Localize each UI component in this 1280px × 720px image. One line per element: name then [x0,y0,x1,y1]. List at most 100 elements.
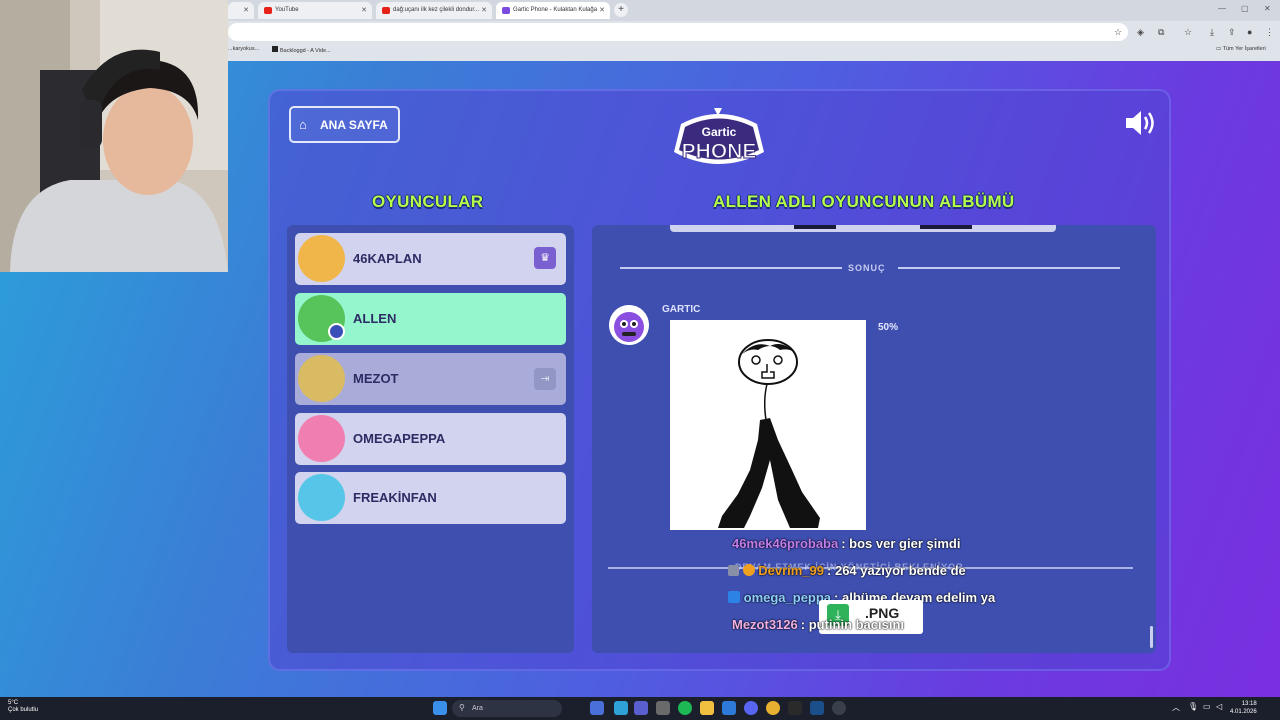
chrome-icon[interactable] [766,701,780,715]
players-heading: OYUNCULAR [372,192,484,211]
all-bookmarks[interactable]: ▭ Tüm Yer İşaretleri [1216,46,1266,52]
menu-icon[interactable]: ⋮ [1265,27,1274,38]
clock-date: 4.01.2026 [1230,709,1257,715]
minimize-icon[interactable]: — [1218,4,1226,13]
player-omegapeppa[interactable]: OMEGAPEPPA [295,413,566,465]
new-tab-button[interactable]: + [614,3,628,17]
tab-title: YouTube [275,7,299,13]
microphone-icon[interactable]: 🎙 [1188,702,1198,711]
player-name: MEZOT [353,371,399,386]
avatar [298,474,345,521]
album-tab-strip [670,225,1056,232]
player-allen[interactable]: ALLEN [295,293,566,345]
progress-percentage: 50% [878,322,899,333]
obs-icon[interactable] [832,701,846,715]
drawing-canvas [670,320,866,530]
crown-icon: ♛ [534,247,556,269]
youtube-icon [264,7,272,14]
webcam-overlay [0,0,228,272]
tab-gartic-phone[interactable]: Gartic Phone - Kulaktan Kulağa ✕ [496,2,610,19]
weather-temp: 5°C [8,700,19,706]
home-button-label: ANA SAYFA [320,118,388,132]
gartic-favicon-icon [502,7,510,14]
result-label: SONUÇ [848,263,886,273]
app-icon[interactable] [590,701,604,715]
spotify-icon[interactable] [678,701,692,715]
home-button[interactable]: ⌂ ANA SAYFA [289,106,400,143]
address-bar[interactable] [228,23,1128,41]
gartic-avatar [609,305,649,345]
badge-icon [728,591,740,603]
divider [620,267,842,269]
weather-desc: Çok bulutlu [8,707,39,713]
divider [898,267,1120,269]
profile-avatar[interactable]: ● [1247,27,1252,37]
download-icon[interactable]: ⤓ [1210,27,1214,38]
home-icon: ⌂ [299,117,307,132]
player-freakinfan[interactable]: FREAKİNFAN [295,472,566,524]
app-icon[interactable] [788,701,802,715]
youtube-icon [382,7,390,14]
user-icon [328,323,345,340]
discord-icon[interactable] [744,701,758,715]
taskbar-search[interactable]: ⚲ Ara [452,700,562,717]
share-icon[interactable]: ⇪ [1228,27,1236,38]
bookmark-label: Backloggd - A Vide... [280,48,331,54]
exit-icon: ⇥ [534,368,556,390]
teams-icon[interactable] [634,701,648,715]
app-icon[interactable] [656,701,670,715]
chat-username: Devrim_99 [758,563,825,578]
close-tab-icon[interactable]: ✕ [481,6,487,14]
bookmarks-icon[interactable]: ☆ [1184,27,1192,38]
sound-icon[interactable] [1124,108,1158,138]
tab-youtube[interactable]: YouTube ✕ [258,2,372,19]
bookmark-item[interactable]: Backloggd - A Vide... [272,46,331,54]
taskbar: 5°C Çok bulutlu ⚲ Ara ︿ 🎙 ▭ ◁ 13:18 4.01… [0,697,1280,720]
chat-message: Mezot3126: putinin bacısını [732,617,904,632]
player-mezot[interactable]: MEZOT ⇥ [295,353,566,405]
maximize-icon[interactable]: ▢ [1241,4,1249,13]
windows-start-icon[interactable] [433,701,447,715]
close-tab-icon[interactable]: ✕ [243,6,249,14]
tab-title: dağ:uçanı ilk kez çilekli dondur... [393,7,480,13]
player-46kaplan[interactable]: 46KAPLAN ♛ [295,233,566,285]
close-window-icon[interactable]: ✕ [1264,4,1271,13]
tab-title: Gartic Phone - Kulaktan Kulağa [513,7,598,13]
app-icon[interactable] [614,701,628,715]
logo-top-text: Gartic [702,125,737,139]
avatar [298,355,345,402]
album-heading: ALLEN ADLI OYUNCUNUN ALBÜMÜ [713,192,1015,211]
network-icon[interactable]: ▭ [1203,702,1211,711]
player-name: OMEGAPEPPA [353,431,446,446]
chat-message: 46mek46probaba: bos ver gier şimdi [732,536,960,551]
taskbar-clock[interactable]: 13:18 4.01.2026 [1230,700,1257,716]
bookmark-item[interactable]: ...karyokus... [228,46,259,52]
extensions-puzzle-icon[interactable]: ⧉ [1158,27,1164,38]
logo-bottom-text: PHONE [682,140,757,163]
volume-icon[interactable]: ◁ [1216,702,1222,711]
close-tab-icon[interactable]: ✕ [599,6,605,14]
badge-icon [728,565,739,576]
steam-icon[interactable] [810,701,824,715]
folder-icon: ▭ [1216,46,1222,52]
tab-prev[interactable]: ✕ [228,2,254,19]
chat-username: Mezot3126 [732,617,798,632]
chat-text: : 264 yazıyor bende de [827,563,966,578]
scrollbar[interactable] [1150,626,1153,648]
chat-text: : bos ver gier şimdi [841,536,961,551]
player-name: 46KAPLAN [353,251,422,266]
app-icon[interactable] [722,701,736,715]
author-name: GARTIC [662,304,701,315]
coin-icon [742,564,755,576]
extension-icon[interactable]: ◈ [1137,27,1144,38]
player-name: FREAKİNFAN [353,490,437,505]
backloggd-icon [272,46,278,52]
search-icon: ⚲ [459,703,465,712]
tray-chevron-icon[interactable]: ︿ [1172,702,1180,713]
tab-youtube-video[interactable]: dağ:uçanı ilk kez çilekli dondur... ✕ [376,2,492,19]
weather-widget[interactable]: 5°C Çok bulutlu [8,700,38,714]
bookmark-star-icon[interactable]: ☆ [1114,27,1122,38]
file-explorer-icon[interactable] [700,701,714,715]
close-tab-icon[interactable]: ✕ [361,6,367,14]
bookmark-label: Tüm Yer İşaretleri [1222,46,1266,52]
